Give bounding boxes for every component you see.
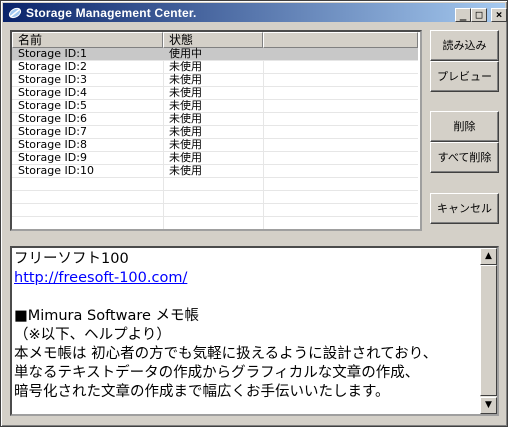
- storage-name: Storage ID:6: [18, 112, 87, 125]
- memo-line: [14, 288, 480, 307]
- storage-status: 未使用: [169, 151, 202, 164]
- storage-status: 未使用: [169, 73, 202, 86]
- memo-line: 暗号化された文章の作成まで幅広くお手伝いいたします。: [14, 384, 390, 400]
- scroll-up-icon[interactable]: ▲: [480, 248, 497, 265]
- preview-button[interactable]: プレビュー: [430, 61, 499, 92]
- storage-name: Storage ID:2: [18, 60, 87, 73]
- storage-name: Storage ID:9: [18, 151, 87, 164]
- storage-status: 未使用: [169, 164, 202, 177]
- storage-status: 未使用: [169, 125, 202, 138]
- storage-name: Storage ID:8: [18, 138, 87, 151]
- column-header-status[interactable]: 状態: [163, 32, 263, 48]
- list-rows: Storage ID:1 使用中 Storage ID:2 未使用 Storage ID…: [12, 47, 418, 229]
- memo-line: （※以下、ヘルプより）: [14, 327, 171, 343]
- column-header-empty[interactable]: [263, 32, 418, 48]
- storage-status: 未使用: [169, 86, 202, 99]
- storage-name: Storage ID:5: [18, 99, 87, 112]
- storage-name: Storage ID:7: [18, 125, 87, 138]
- vertical-scrollbar[interactable]: ▲ ▼: [480, 248, 497, 414]
- window-title: Storage Management Center.: [26, 6, 197, 20]
- empty-row: [12, 178, 418, 191]
- memo-line: フリーソフト100: [14, 251, 129, 267]
- storage-status: 未使用: [169, 112, 202, 125]
- storage-app-icon: [8, 7, 22, 19]
- cancel-button[interactable]: キャンセル: [430, 193, 499, 224]
- storage-status: 未使用: [169, 60, 202, 73]
- table-row[interactable]: Storage ID:10 未使用: [12, 165, 418, 178]
- memo-link[interactable]: http://freesoft-100.com/: [14, 269, 480, 288]
- column-header-name[interactable]: 名前: [12, 32, 163, 48]
- empty-row: [12, 217, 418, 229]
- title-bar[interactable]: Storage Management Center. _ □ ×: [3, 3, 507, 22]
- memo-text[interactable]: フリーソフト100 http://freesoft-100.com/ ■Mimu…: [14, 250, 480, 402]
- minimize-button[interactable]: _: [455, 8, 471, 22]
- maximize-button[interactable]: □: [471, 8, 487, 22]
- storage-window: Storage Management Center. _ □ × 名前 状態 S…: [0, 0, 508, 427]
- memo-line: ■Mimura Software メモ帳: [14, 308, 200, 324]
- storage-status: 未使用: [169, 138, 202, 151]
- delete-button[interactable]: 削除: [430, 111, 499, 142]
- storage-name: Storage ID:1: [18, 47, 87, 60]
- memo-line: 本メモ帳は 初心者の方でも気軽に扱えるように設計されており、: [14, 346, 438, 362]
- storage-name: Storage ID:10: [18, 164, 94, 177]
- storage-status: 使用中: [169, 47, 202, 60]
- load-button[interactable]: 読み込み: [430, 30, 499, 61]
- storage-list[interactable]: 名前 状態 Storage ID:1 使用中 Storage ID:2 未使用 Stor…: [10, 30, 422, 231]
- scroll-thumb[interactable]: [480, 265, 497, 396]
- empty-row: [12, 191, 418, 204]
- memo-line: 単なるテキストデータの作成からグラフィカルな文章の作成、: [14, 365, 420, 381]
- empty-row: [12, 204, 418, 217]
- list-header: 名前 状態: [12, 32, 418, 48]
- memo-preview[interactable]: フリーソフト100 http://freesoft-100.com/ ■Mimu…: [10, 246, 499, 416]
- storage-name: Storage ID:4: [18, 86, 87, 99]
- delete-all-button[interactable]: すべて削除: [430, 142, 499, 173]
- close-button[interactable]: ×: [491, 8, 507, 22]
- scroll-down-icon[interactable]: ▼: [480, 397, 497, 414]
- storage-status: 未使用: [169, 99, 202, 112]
- storage-name: Storage ID:3: [18, 73, 87, 86]
